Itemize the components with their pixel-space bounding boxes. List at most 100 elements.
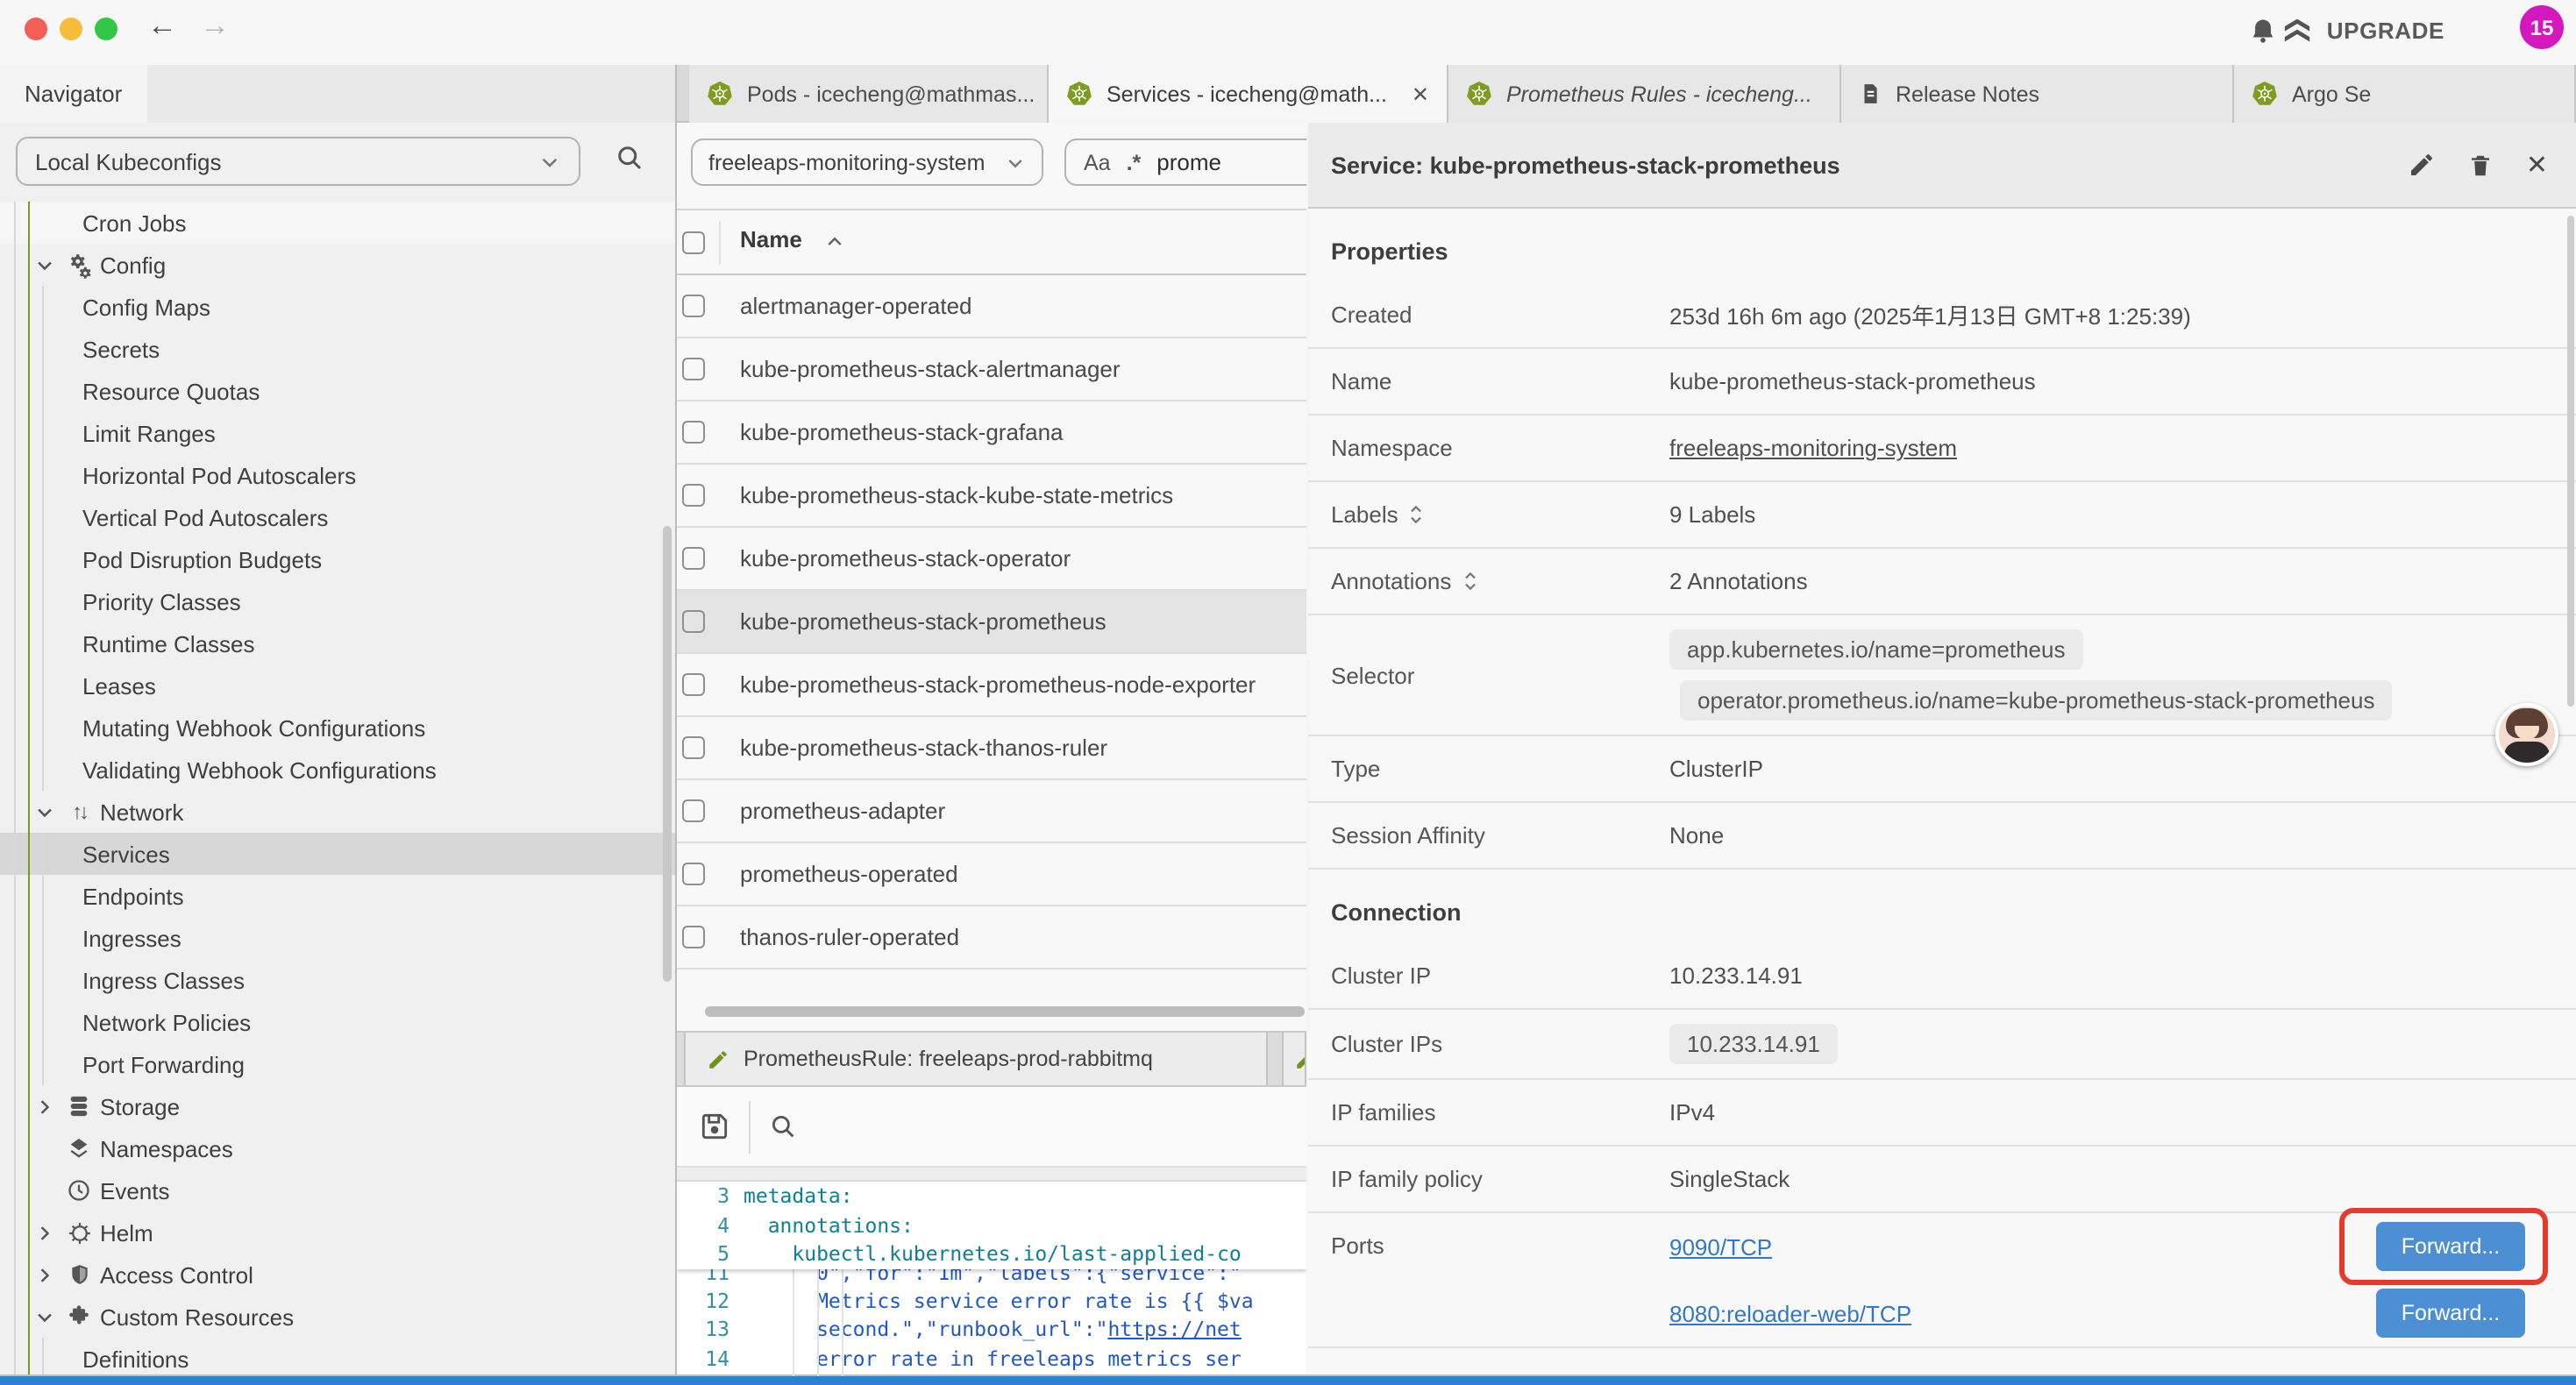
avatar[interactable]: [2495, 703, 2558, 766]
forward-button[interactable]: Forward...: [2376, 1222, 2525, 1271]
sidebar-item-ingresses[interactable]: Ingresses: [0, 917, 675, 959]
namespace-selector[interactable]: freeleaps-monitoring-system: [691, 138, 1043, 186]
edit-pencil-icon[interactable]: [2409, 151, 2437, 179]
table-row[interactable]: kube-prometheus-stack-grafana: [677, 401, 1306, 465]
sidebar-item-helm[interactable]: Helm: [0, 1211, 675, 1254]
row-checkbox[interactable]: [682, 610, 705, 633]
sidebar-item-storage[interactable]: Storage: [0, 1085, 675, 1127]
select-all-checkbox[interactable]: [682, 231, 705, 254]
table-row[interactable]: kube-prometheus-stack-operator: [677, 528, 1306, 591]
tab-release-notes[interactable]: Release Notes: [1841, 65, 2234, 123]
port-link[interactable]: 9090/TCP: [1669, 1233, 1772, 1260]
row-checkbox[interactable]: [682, 863, 705, 885]
sidebar-scrollbar[interactable]: [663, 526, 672, 982]
sidebar-item-leases[interactable]: Leases: [0, 664, 675, 707]
sidebar-item-custom-resources[interactable]: Custom Resources: [0, 1296, 675, 1338]
sidebar-item-config[interactable]: Config: [0, 244, 675, 286]
sidebar-item-vertical-pod-autoscalers[interactable]: Vertical Pod Autoscalers: [0, 496, 675, 538]
sidebar-search-icon[interactable]: [614, 142, 645, 174]
editor-search-icon[interactable]: [768, 1112, 798, 1141]
chevron-down-icon[interactable]: [35, 802, 56, 821]
notification-badge[interactable]: 15: [2520, 5, 2564, 49]
chevron-down-icon[interactable]: [35, 255, 56, 274]
expander-icon[interactable]: [1409, 503, 1425, 526]
sidebar-item-ingress-classes[interactable]: Ingress Classes: [0, 959, 675, 1001]
close-tab-icon[interactable]: ✕: [1412, 82, 1429, 106]
name-filter-input[interactable]: Aa .* prome: [1064, 138, 1306, 186]
yaml-editor[interactable]: 3metadata:4 annotations:5 kubectl.kubern…: [677, 1182, 1306, 1376]
sidebar-item-secrets[interactable]: Secrets: [0, 328, 675, 370]
sidebar-item-pod-disruption-budgets[interactable]: Pod Disruption Budgets: [0, 538, 675, 580]
row-checkbox[interactable]: [682, 421, 705, 444]
chevron-right-icon[interactable]: [35, 1223, 56, 1242]
sidebar-item-runtime-classes[interactable]: Runtime Classes: [0, 622, 675, 664]
match-case-toggle[interactable]: Aa: [1084, 150, 1111, 174]
regex-toggle[interactable]: .*: [1127, 150, 1142, 174]
sort-ascending-icon[interactable]: [824, 231, 845, 252]
sidebar-item-config-maps[interactable]: Config Maps: [0, 286, 675, 328]
row-checkbox[interactable]: [682, 547, 705, 570]
chevron-right-icon[interactable]: [35, 1265, 56, 1284]
chevron-down-icon[interactable]: [35, 1307, 56, 1326]
sidebar-item-network-policies[interactable]: Network Policies: [0, 1001, 675, 1043]
column-header-name[interactable]: Name: [740, 226, 802, 252]
kubeconfig-selector[interactable]: Local Kubeconfigs: [16, 137, 580, 186]
close-icon[interactable]: ✕: [2526, 149, 2548, 181]
expander-icon[interactable]: [1462, 570, 1477, 593]
sidebar-item-resource-quotas[interactable]: Resource Quotas: [0, 370, 675, 412]
sidebar-item-definitions[interactable]: Definitions: [0, 1338, 675, 1376]
tab-pods-icecheng-mathmas[interactable]: Pods - icecheng@mathmas...: [689, 65, 1049, 123]
notifications-bell-icon[interactable]: [2248, 16, 2278, 47]
horizontal-scrollbar[interactable]: [705, 1006, 1305, 1017]
table-row[interactable]: kube-prometheus-stack-prometheus-node-ex…: [677, 654, 1306, 717]
row-checkbox[interactable]: [682, 799, 705, 822]
sidebar-item-access-control[interactable]: Access Control: [0, 1254, 675, 1296]
minimize-window-button[interactable]: [60, 17, 82, 39]
tab-argo-se[interactable]: Argo Se: [2234, 65, 2576, 123]
back-icon[interactable]: ←: [147, 9, 177, 44]
row-checkbox[interactable]: [682, 484, 705, 507]
sidebar-item-mutating-webhook-configurations[interactable]: Mutating Webhook Configurations: [0, 707, 675, 749]
close-window-button[interactable]: [25, 17, 47, 39]
tab-navigator[interactable]: Navigator: [0, 65, 147, 123]
editor-tab-prometheusrule[interactable]: PrometheusRule: freeleaps-prod-rabbitmq: [684, 1033, 1268, 1085]
sidebar-item-namespaces[interactable]: Namespaces: [0, 1127, 675, 1169]
table-row[interactable]: alertmanager-operated: [677, 275, 1306, 338]
table-row[interactable]: thanos-ruler-operated: [677, 906, 1306, 970]
sidebar-item-priority-classes[interactable]: Priority Classes: [0, 580, 675, 622]
save-icon[interactable]: [698, 1110, 731, 1143]
table-row[interactable]: kube-prometheus-stack-thanos-ruler: [677, 717, 1306, 780]
table-row[interactable]: kube-prometheus-stack-prometheus: [677, 591, 1306, 654]
forward-button[interactable]: Forward...: [2376, 1289, 2525, 1338]
sidebar-item-events[interactable]: Events: [0, 1169, 675, 1211]
detail-scrollbar[interactable]: [2566, 216, 2574, 707]
maximize-window-button[interactable]: [95, 17, 117, 39]
sidebar-item-services[interactable]: Services: [0, 833, 675, 875]
sidebar-item-endpoints[interactable]: Endpoints: [0, 875, 675, 917]
chevron-right-icon[interactable]: [35, 1097, 56, 1116]
table-row[interactable]: kube-prometheus-stack-alertmanager: [677, 338, 1306, 401]
sidebar-item-cron-jobs[interactable]: Cron Jobs: [0, 202, 675, 244]
row-checkbox[interactable]: [682, 295, 705, 317]
delete-trash-icon[interactable]: [2468, 150, 2494, 180]
table-row[interactable]: prometheus-adapter: [677, 780, 1306, 843]
row-checkbox[interactable]: [682, 736, 705, 759]
namespace-link[interactable]: freeleaps-monitoring-system: [1669, 435, 1957, 461]
sidebar-item-validating-webhook-configurations[interactable]: Validating Webhook Configurations: [0, 749, 675, 791]
port-link[interactable]: 8080:reloader-web/TCP: [1669, 1300, 1911, 1326]
editor-tab-partial[interactable]: [1282, 1033, 1306, 1085]
forward-icon[interactable]: →: [200, 9, 230, 44]
runbook-url-link[interactable]: https://net: [1107, 1318, 1241, 1342]
tab-services-icecheng-math[interactable]: Services - icecheng@math...✕: [1049, 65, 1448, 123]
sidebar-item-network[interactable]: ↑↓Network: [0, 791, 675, 833]
table-row[interactable]: kube-prometheus-stack-kube-state-metrics: [677, 465, 1306, 528]
row-checkbox[interactable]: [682, 673, 705, 696]
row-checkbox[interactable]: [682, 926, 705, 948]
sidebar-item-horizontal-pod-autoscalers[interactable]: Horizontal Pod Autoscalers: [0, 454, 675, 496]
sidebar-item-port-forwarding[interactable]: Port Forwarding: [0, 1043, 675, 1085]
row-checkbox[interactable]: [682, 358, 705, 380]
tab-prometheus-rules-icecheng[interactable]: Prometheus Rules - icecheng...: [1448, 65, 1841, 123]
sidebar-item-limit-ranges[interactable]: Limit Ranges: [0, 412, 675, 454]
table-row[interactable]: prometheus-operated: [677, 843, 1306, 906]
upgrade-button[interactable]: UPGRADE: [2280, 16, 2444, 46]
